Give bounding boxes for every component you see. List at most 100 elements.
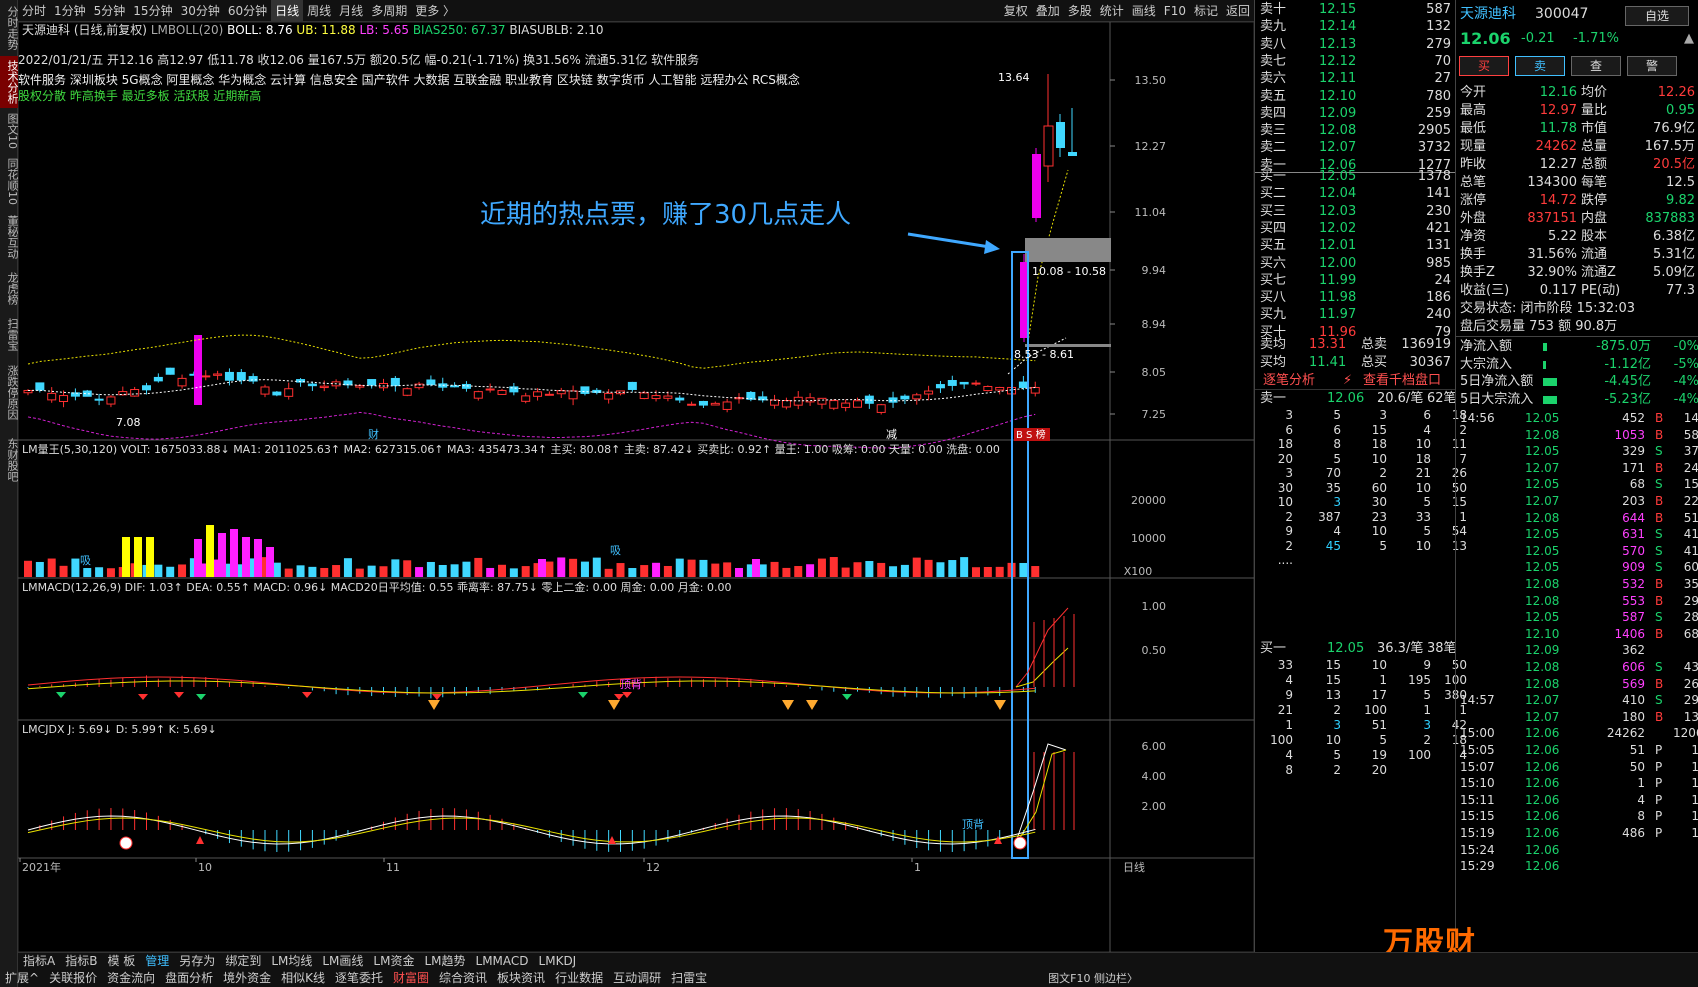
sell-button[interactable]: 卖 [1515,56,1565,76]
date-axis-label: 11 [386,861,400,874]
extension-tab-8[interactable]: 综合资讯 [434,970,492,987]
indicator-tab-2[interactable]: 模 板 [102,953,140,970]
queue-sell1: 卖一 12.06 20.6/笔 62笔 [1260,391,1457,406]
volume-bar [1019,562,1028,577]
extension-tab-7[interactable]: 财富圈 [388,970,434,987]
toolbar-button-3[interactable]: 画线 [1128,0,1160,22]
volume-bar [752,559,760,577]
toolbar-button-5[interactable]: 多股 [1064,0,1096,22]
extension-tab-12[interactable]: 扫雷宝 [666,970,712,987]
period-tab-3[interactable]: 15分钟 [129,0,176,22]
top-divergence-1: 顶背 [620,677,642,691]
volume-bar [782,567,791,577]
indicator-tab-4[interactable]: 另存为 [174,953,220,970]
extension-tab-2[interactable]: 资金流向 [102,970,160,987]
indicator-tab-0[interactable]: 指标A [18,953,60,970]
candle-body [177,377,187,387]
period-tab-5[interactable]: 60分钟 [224,0,271,22]
detail-tabs[interactable]: 逐笔分析 ⚡ 查看千档盘口 [1255,372,1455,390]
buy-queue-row: 8 2 20 [1285,763,1387,777]
left-sidebar: 分时走势技术分析图文10 同花顺10 董秘互动龙虎榜扫雷宝涨跌停原因东财股吧 [0,0,19,987]
indicator-tab-10[interactable]: LMMACD [471,953,534,970]
stat-row-5: 总笔 134300 每笔 12.5 [1460,175,1695,190]
volume-bar [230,529,238,577]
candle-body [319,385,329,389]
toolbar-button-2[interactable]: F10 [1160,0,1190,22]
volume-bar [106,568,115,577]
alert-button[interactable]: 警 [1627,56,1677,76]
toolbar-button-7[interactable]: 复权 [1000,0,1032,22]
period-tab-8[interactable]: 月线 [335,0,367,22]
extension-tab-1[interactable]: 关联报价 [44,970,102,987]
tick-row: 12.08 532 B 35 [1525,577,1698,591]
extension-tab-11[interactable]: 互动调研 [608,970,666,987]
candle-body [224,371,234,381]
price-scale-label: 11.04 [1135,206,1167,219]
diamond-signal [806,700,818,710]
period-tab-7[interactable]: 周线 [303,0,335,22]
kdj-up-arrow [608,836,616,844]
extension-tab-9[interactable]: 板块资讯 [492,970,550,987]
period-tab-10[interactable]: 更多 〉 [411,0,459,22]
volume-bar [663,565,672,577]
stat-row-6: 涨停 14.72 跌停 9.82 [1460,193,1695,208]
diamond-signal [608,700,620,710]
sidebar-tab-0[interactable]: 分时走势 [0,2,19,54]
buy-button[interactable]: 买 [1459,56,1509,76]
toolbar-button-6[interactable]: 叠加 [1032,0,1064,22]
period-tab-4[interactable]: 30分钟 [177,0,224,22]
toolbar-button-4[interactable]: 统计 [1096,0,1128,22]
add-watchlist-button[interactable]: 自选 [1625,6,1689,26]
period-tab-1[interactable]: 1分钟 [50,0,90,22]
gap-range-lower-label: 8.53 - 8.61 [1014,348,1074,361]
volume-bar [35,561,44,577]
indicator-tab-8[interactable]: LM资金 [368,953,419,970]
bell-icon[interactable]: ▲ [1684,30,1694,48]
query-button[interactable]: 查 [1571,56,1621,76]
sidebar-tab-5[interactable]: 龙虎榜 [0,268,19,308]
indicator-tab-5[interactable]: 绑定到 [220,953,266,970]
sidebar-tab-4[interactable]: 董秘互动 [0,212,19,262]
indicator-tab-11[interactable]: LMKDJ [534,953,582,970]
volume-bar [296,565,305,577]
volume-bar [936,562,945,577]
sidebar-tab-8[interactable]: 东财股吧 [0,430,19,490]
volume-bar [415,567,424,577]
indicator-tab-6[interactable]: LM均线 [266,953,317,970]
toolbar-button-1[interactable]: 标记 [1190,0,1222,22]
candle-body [568,390,578,400]
indicator-tab-1[interactable]: 指标B [60,953,102,970]
indicator-tab-7[interactable]: LM画线 [317,953,368,970]
tick-row: 12.07 171 B 24 [1525,460,1698,475]
sell-queue-row: 20 5 10 18 7 [1277,451,1467,466]
volume-bar [254,539,262,577]
price-scale-label: 9.94 [1142,264,1167,277]
extension-tab-0[interactable]: 扩展^ [0,970,44,987]
toolbar-button-0[interactable]: 返回 [1222,0,1254,22]
sidebar-tab-3[interactable]: 同花顺10 [0,156,19,206]
period-tab-9[interactable]: 多周期 [367,0,411,22]
bid-level-9: 买九 11.97 240 [1260,307,1451,323]
sidebar-tab-2[interactable]: 图文10 [0,112,19,150]
stat-row-1: 最高 12.97 量比 0.95 [1460,103,1695,118]
extension-tab-10[interactable]: 行业数据 [550,970,608,987]
kline-chart-area[interactable]: 天源迪科 (日线,前复权) LMBOLL(20) BOLL: 8.76 UB: … [18,22,1254,952]
period-tab-6[interactable]: 日线 [271,0,304,22]
extension-tab-4[interactable]: 境外资金 [218,970,276,987]
indicator-tab-9[interactable]: LM趋势 [419,953,470,970]
price-scale-label: 7.25 [1142,408,1167,421]
extension-tab-3[interactable]: 盘面分析 [160,970,218,987]
sidebar-tab-1[interactable]: 技术分析 [0,56,19,108]
sidebar-tab-6[interactable]: 扫雷宝 [0,314,19,354]
period-tab-0[interactable]: 分时 [18,0,50,22]
extension-tab-6[interactable]: 逐笔委托 [330,970,388,987]
volume-bar [24,560,32,577]
f10-sidebar-toggle[interactable]: 图文F10 侧边栏〉 [1048,970,1138,986]
sell-queue-row: 18 8 18 10 11 [1277,437,1467,451]
sidebar-tab-7[interactable]: 涨跌停原因 [0,360,19,424]
extension-tab-5[interactable]: 相似K线 [276,970,330,987]
period-tab-2[interactable]: 5分钟 [90,0,130,22]
reduce-marker: 减 [886,428,897,441]
candle-body [663,395,673,399]
indicator-tab-3[interactable]: 管理 [140,953,174,970]
